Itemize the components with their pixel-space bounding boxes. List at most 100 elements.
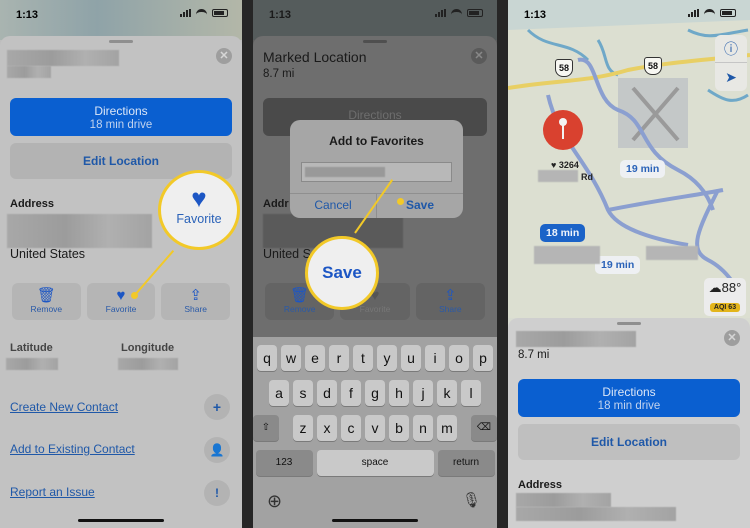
signal-icon	[435, 9, 446, 17]
key-w[interactable]: w	[281, 345, 301, 371]
close-button[interactable]: ✕	[724, 330, 740, 346]
add-to-existing-contact-link[interactable]: Add to Existing Contact	[10, 442, 135, 456]
shift-key[interactable]: ⇧	[253, 415, 279, 441]
callout-dot	[397, 198, 404, 205]
blurred-longitude	[118, 358, 178, 370]
share-button[interactable]: ⇪ Share	[415, 283, 485, 320]
pin-label: ♥ 3264	[551, 160, 579, 170]
place-sheet: ✕ Directions 18 min drive Edit Location …	[0, 36, 242, 528]
key-e[interactable]: e	[305, 345, 325, 371]
blurred-place-subtitle	[7, 66, 51, 78]
favorite-callout: ♥ Favorite	[158, 170, 240, 250]
key-return[interactable]: return	[437, 450, 495, 476]
aqi-badge: AQI 63	[709, 303, 741, 312]
route-badge-selected[interactable]: 18 min	[540, 224, 586, 242]
key-u[interactable]: u	[401, 345, 421, 371]
info-icon[interactable]: ⓘ	[715, 35, 747, 63]
create-new-contact-link[interactable]: Create New Contact	[10, 400, 118, 414]
longitude-label: Longitude	[121, 342, 175, 354]
key-c[interactable]: c	[341, 415, 361, 441]
save-button[interactable]: Save	[377, 198, 463, 212]
favorite-button[interactable]: ♥ Favorite	[86, 283, 156, 320]
directions-button[interactable]: Directions 18 min drive	[518, 379, 740, 417]
share-icon: ⇪	[189, 287, 202, 304]
heart-icon: ♥	[191, 183, 207, 213]
weather-widget: ☁88° AQI 63	[704, 278, 746, 316]
status-time: 1:13	[16, 9, 39, 21]
microphone-icon[interactable]: 🎙	[462, 491, 481, 509]
cancel-button[interactable]: Cancel	[290, 198, 376, 212]
key-m[interactable]: m	[437, 415, 457, 441]
report-issue-link[interactable]: Report an Issue	[10, 485, 95, 499]
close-button[interactable]: ✕	[471, 48, 487, 64]
screen-map-favorite: 58 58 ⓘ ➤ ♥ 3264 Rd 19 min 18 min 19 min…	[508, 0, 750, 528]
battery-icon	[467, 9, 483, 17]
delete-key[interactable]: ⌫	[471, 415, 497, 441]
edit-location-button[interactable]: Edit Location	[518, 424, 740, 460]
key-h[interactable]: h	[389, 380, 409, 406]
key-j[interactable]: j	[413, 380, 433, 406]
key-d[interactable]: d	[317, 380, 337, 406]
blurred-latitude	[6, 358, 58, 370]
key-x[interactable]: x	[317, 415, 337, 441]
share-button[interactable]: ⇪ Share	[161, 283, 231, 320]
address-label: Address	[10, 198, 55, 210]
key-k[interactable]: k	[437, 380, 457, 406]
blurred-address	[7, 214, 152, 248]
plus-icon[interactable]: +	[204, 394, 230, 420]
key-n[interactable]: n	[413, 415, 433, 441]
key-i[interactable]: i	[425, 345, 445, 371]
cloud-icon: ☁	[708, 280, 722, 295]
key-t[interactable]: t	[353, 345, 373, 371]
add-person-icon[interactable]: 👤	[204, 437, 230, 463]
key-v[interactable]: v	[365, 415, 385, 441]
wifi-icon	[196, 9, 207, 17]
home-indicator	[332, 519, 418, 522]
blurred-place-name	[516, 331, 636, 347]
route-badge[interactable]: 19 min	[620, 160, 666, 178]
close-button[interactable]: ✕	[216, 48, 232, 64]
key-space[interactable]: space	[316, 450, 434, 476]
favorite-name-input[interactable]	[301, 162, 452, 182]
favorite-pin[interactable]	[543, 110, 583, 150]
highway-shield: 58	[555, 59, 573, 77]
remove-button[interactable]: 🗑 Remove	[12, 283, 81, 320]
key-q[interactable]: q	[257, 345, 277, 371]
route-badge[interactable]: 19 min	[595, 256, 641, 274]
key-a[interactable]: a	[269, 380, 289, 406]
globe-icon[interactable]: ⊕	[267, 491, 282, 512]
key-z[interactable]: z	[293, 415, 313, 441]
wifi-icon	[704, 9, 715, 17]
key-b[interactable]: b	[389, 415, 409, 441]
place-sheet: 8.7 mi ✕ Directions 18 min drive Edit Lo…	[508, 318, 750, 528]
home-indicator	[78, 519, 164, 522]
status-bar: 1:13	[0, 0, 242, 30]
key-g[interactable]: g	[365, 380, 385, 406]
map-view[interactable]: 58 58 ⓘ ➤ ♥ 3264 Rd 19 min 18 min 19 min…	[508, 0, 750, 318]
sheet-grabber[interactable]	[109, 40, 133, 43]
status-bar: 1:13	[508, 0, 750, 30]
battery-icon	[720, 9, 736, 17]
screen-add-favorite: 1:13 Marked Location 8.7 mi ✕ Directions…	[253, 0, 497, 528]
key-p[interactable]: p	[473, 345, 493, 371]
location-arrow-icon[interactable]: ➤	[715, 63, 747, 91]
key-123[interactable]: 123	[255, 450, 313, 476]
heart-icon: ♥	[116, 287, 126, 304]
address-label: Address	[518, 479, 563, 491]
dialog-title: Add to Favorites	[329, 134, 424, 148]
directions-button[interactable]: Directions 18 min drive	[10, 98, 232, 136]
key-o[interactable]: o	[449, 345, 469, 371]
action-row: 🗑 Remove ♥ Favorite ⇪ Share	[12, 283, 231, 320]
key-f[interactable]: f	[341, 380, 361, 406]
key-y[interactable]: y	[377, 345, 397, 371]
highway-shield: 58	[644, 57, 662, 75]
report-icon[interactable]: !	[204, 480, 230, 506]
key-s[interactable]: s	[293, 380, 313, 406]
key-l[interactable]: l	[461, 380, 481, 406]
signal-icon	[180, 9, 191, 17]
screen-place-details: 1:13 ✕ Directions 18 min drive Edit Loca…	[0, 0, 242, 528]
map-controls: ⓘ ➤	[715, 35, 747, 91]
keyboard: qwertyuiop asdfghjkl ⇧ z x c v b n m ⌫ 123 space…	[253, 337, 497, 528]
latitude-label: Latitude	[10, 342, 53, 354]
key-r[interactable]: r	[329, 345, 349, 371]
